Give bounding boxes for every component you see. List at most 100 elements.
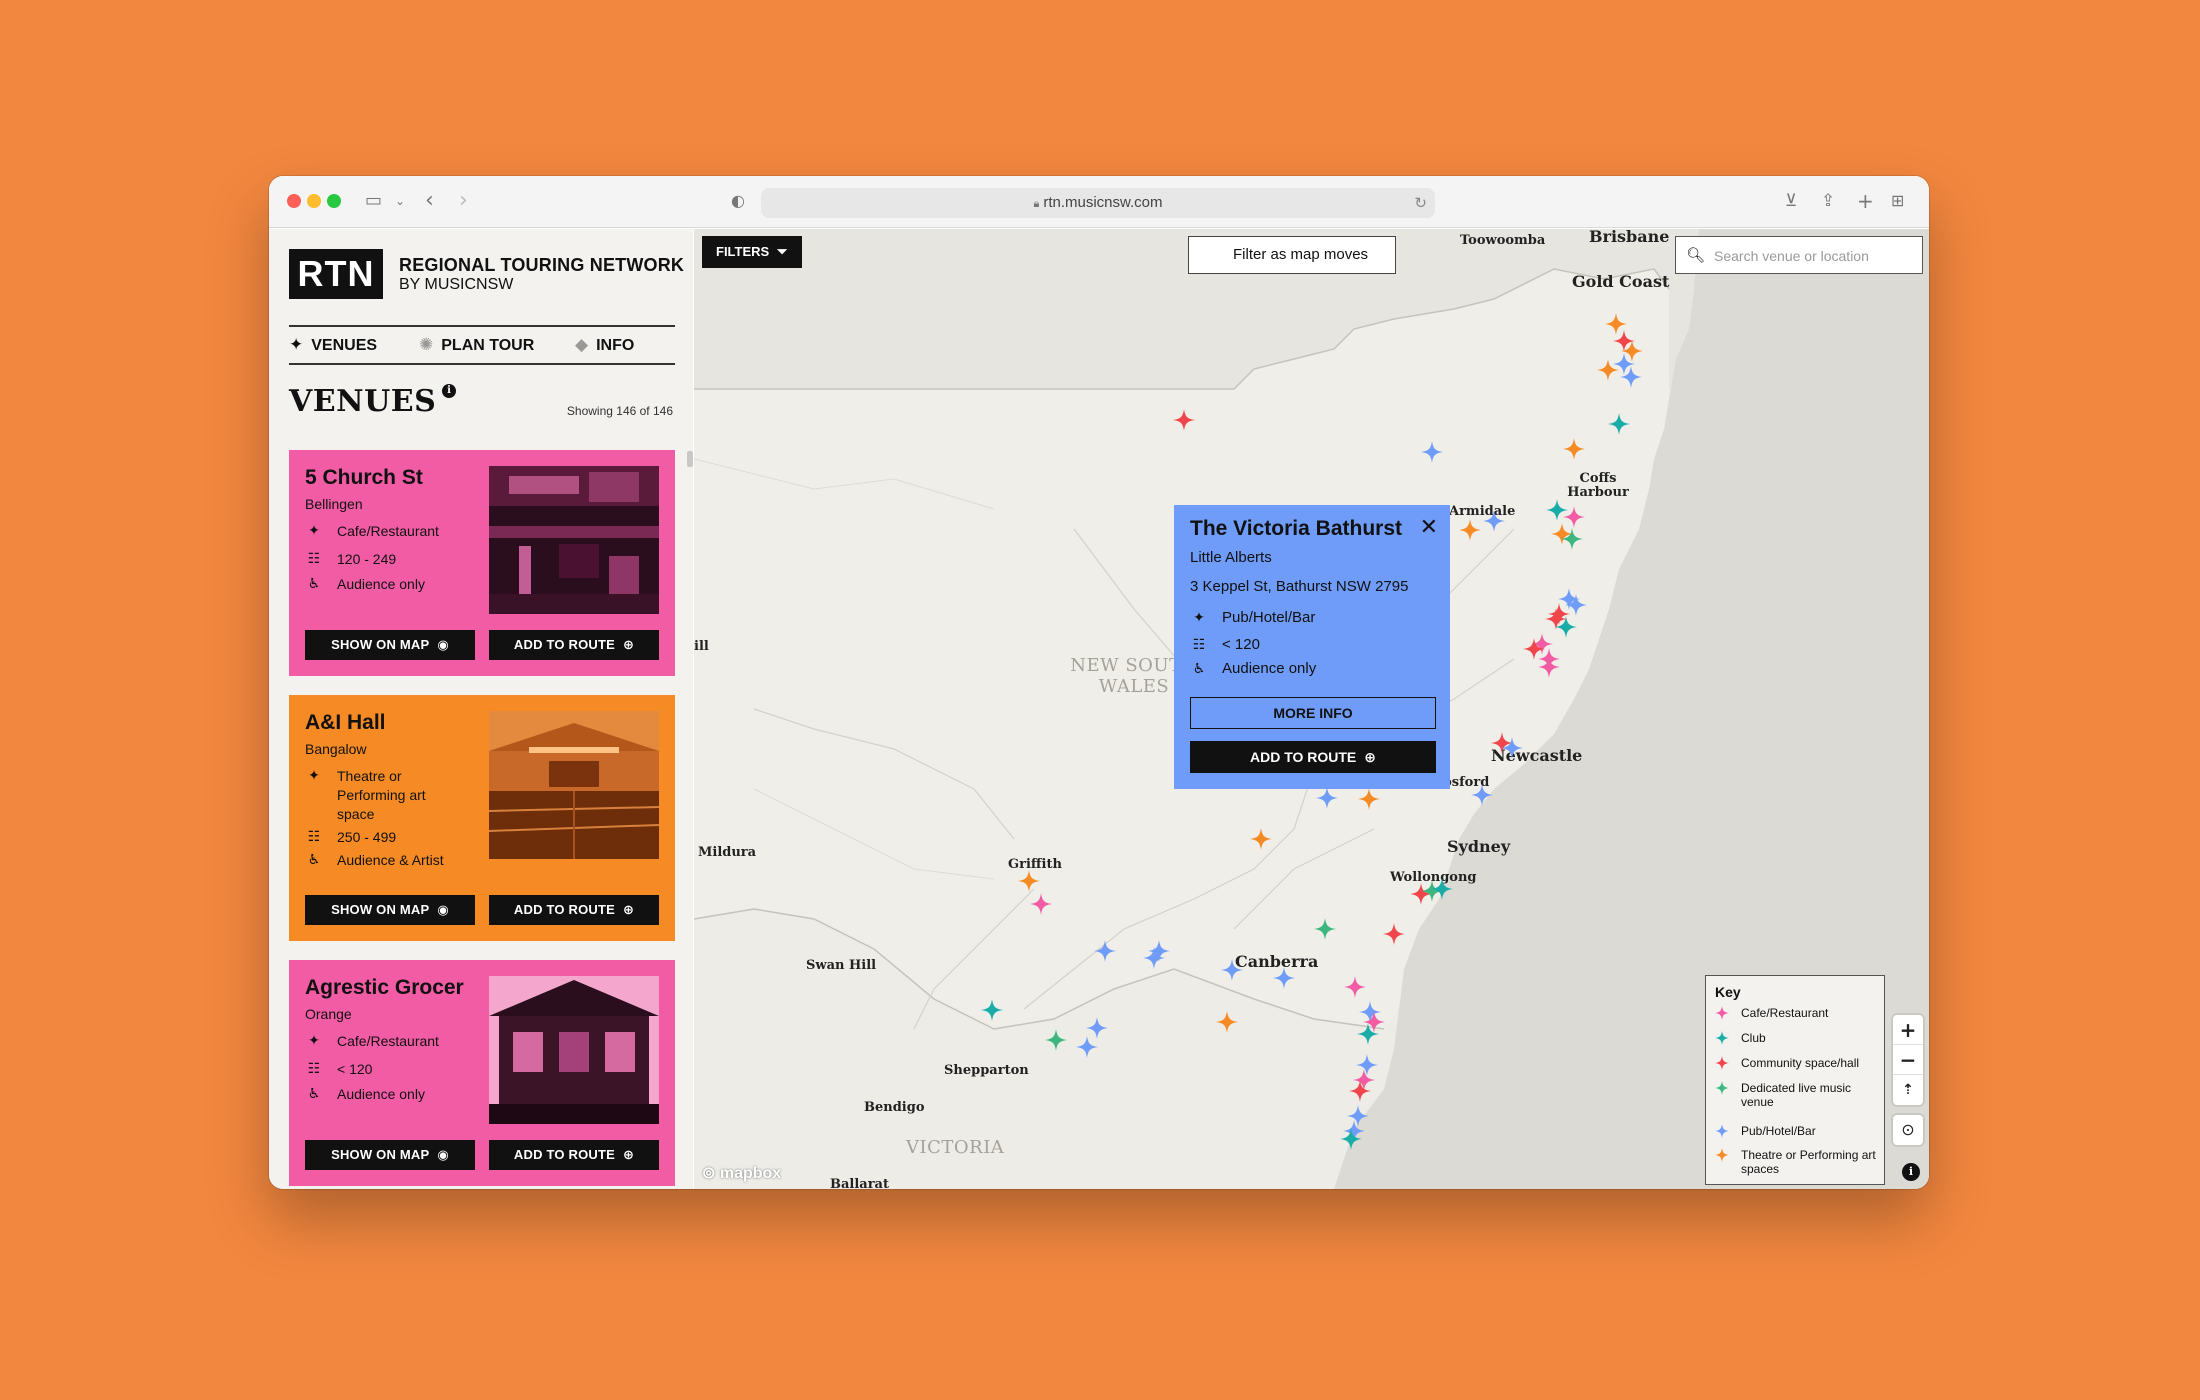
forward-icon[interactable]: › — [459, 189, 468, 213]
attribution-icon[interactable]: i — [1902, 1163, 1920, 1181]
venue-photo[interactable] — [489, 711, 659, 859]
add-to-route-button[interactable]: ADD TO ROUTE ⊕ — [489, 630, 659, 660]
venue-marker[interactable] — [1431, 878, 1453, 900]
venue-map[interactable]: NEW SOUTH WALES VICTORIA Toowoomba Brisb… — [694, 229, 1929, 1189]
compass-button[interactable]: ⇡ — [1893, 1075, 1923, 1105]
venue-marker-star-icon — [981, 999, 1003, 1021]
zoom-out-button[interactable]: − — [1893, 1045, 1923, 1075]
venue-marker[interactable] — [1383, 923, 1405, 945]
filter-checkbox[interactable] — [1203, 249, 1217, 263]
venue-marker-star-icon — [1561, 528, 1583, 550]
venue-marker[interactable] — [1148, 940, 1170, 962]
privacy-shield-icon[interactable]: ◐ — [731, 189, 745, 213]
brand-subtitle: BY MUSICNSW — [399, 276, 514, 293]
add-to-route-button[interactable]: ADD TO ROUTE ⊕ — [489, 895, 659, 925]
nav-venues[interactable]: ✦ VENUES — [289, 333, 377, 358]
venue-marker[interactable] — [1471, 784, 1493, 806]
venue-marker[interactable] — [1273, 967, 1295, 989]
venue-marker[interactable] — [1221, 959, 1243, 981]
popup-add-to-route-button[interactable]: ADD TO ROUTE ⊕ — [1190, 741, 1436, 773]
venue-marker[interactable] — [1216, 1011, 1238, 1033]
minimize-window-button[interactable] — [307, 194, 321, 208]
venue-marker[interactable] — [1250, 828, 1272, 850]
venue-marker[interactable] — [1483, 510, 1505, 532]
geolocate-button[interactable]: ⊙ — [1893, 1115, 1923, 1145]
chevron-down-icon[interactable]: ⌄ — [395, 189, 405, 213]
browser-toolbar: ▭ ⌄ ‹ › ◐ 🔒︎ rtn.musicnsw.com ↻ ⊻ ⇪ + ⊞ — [269, 176, 1929, 228]
add-to-route-button[interactable]: ADD TO ROUTE ⊕ — [489, 1140, 659, 1170]
venue-marker[interactable] — [1349, 1080, 1371, 1102]
search-input[interactable] — [1714, 245, 1914, 267]
venue-marker-star-icon — [1216, 1011, 1238, 1033]
venue-marker[interactable] — [1030, 893, 1052, 915]
zoom-in-button[interactable]: + — [1893, 1015, 1923, 1045]
info-icon[interactable]: i — [442, 384, 457, 398]
venue-marker[interactable] — [1076, 1036, 1098, 1058]
venue-marker[interactable] — [1344, 976, 1366, 998]
filter-as-map-moves-toggle[interactable]: Filter as map moves — [1188, 236, 1396, 274]
venue-marker[interactable] — [1173, 409, 1195, 431]
search-box[interactable]: 🔍︎ — [1675, 236, 1923, 274]
venue-marker[interactable] — [1620, 366, 1642, 388]
venue-marker[interactable] — [1316, 787, 1338, 809]
show-on-map-label: SHOW ON MAP — [331, 637, 430, 652]
venue-marker-star-icon — [1094, 940, 1116, 962]
maximize-window-button[interactable] — [327, 194, 341, 208]
venue-marker[interactable] — [1545, 608, 1567, 630]
venue-card-0[interactable]: 5 Church St Bellingen ✦ Cafe/Restaurant ☷… — [289, 450, 675, 676]
venue-name[interactable]: 5 Church St — [305, 466, 423, 490]
venue-photo[interactable] — [489, 466, 659, 614]
mapbox-label: mapbox — [719, 1165, 782, 1182]
venue-marker[interactable] — [1421, 441, 1443, 463]
nav-plan-tour[interactable]: ✺ PLAN TOUR — [419, 333, 534, 358]
venue-marker[interactable] — [1538, 656, 1560, 678]
filters-button[interactable]: FILTERS ⏷ — [702, 236, 802, 268]
venue-marker[interactable] — [1340, 1128, 1362, 1150]
venue-marker[interactable] — [1608, 413, 1630, 435]
back-icon[interactable]: ‹ — [425, 189, 434, 213]
venue-marker[interactable] — [1565, 594, 1587, 616]
legend-item: Community space/hall — [1715, 1056, 1883, 1070]
show-on-map-button[interactable]: SHOW ON MAP ◉ — [305, 630, 475, 660]
share-icon[interactable]: ⇪ — [1821, 189, 1835, 213]
rtn-logo[interactable]: RTN — [289, 249, 383, 299]
venue-marker[interactable] — [1357, 1023, 1379, 1045]
close-window-button[interactable] — [287, 194, 301, 208]
sidebar-scrollbar[interactable] — [687, 451, 693, 467]
more-info-button[interactable]: MORE INFO — [1190, 697, 1436, 729]
show-on-map-label: SHOW ON MAP — [331, 1147, 430, 1162]
nav-info[interactable]: ◆ INFO — [575, 333, 634, 358]
place-swan-hill: Swan Hill — [806, 958, 877, 973]
venue-marker[interactable] — [1501, 737, 1523, 759]
venue-marker[interactable] — [1314, 918, 1336, 940]
venue-capacity-row: ☷ < 120 — [305, 1060, 475, 1079]
venue-name[interactable]: Agrestic Grocer — [305, 976, 464, 1000]
show-on-map-button[interactable]: SHOW ON MAP ◉ — [305, 1140, 475, 1170]
venue-marker[interactable] — [1018, 870, 1040, 892]
tab-overview-icon[interactable]: ⊞ — [1891, 189, 1904, 213]
new-tab-icon[interactable]: + — [1857, 189, 1874, 213]
eye-icon: ◉ — [437, 638, 449, 653]
reload-icon[interactable]: ↻ — [1414, 188, 1427, 218]
venue-town: Bellingen — [305, 496, 363, 512]
venue-marker[interactable] — [1563, 438, 1585, 460]
venue-marker-star-icon — [1344, 976, 1366, 998]
venue-card-2[interactable]: Agrestic Grocer Orange ✦ Cafe/Restaurant … — [289, 960, 675, 1186]
sidebar-toggle-icon[interactable]: ▭ — [365, 189, 382, 213]
venue-marker[interactable] — [1459, 519, 1481, 541]
venue-name[interactable]: A&I Hall — [305, 711, 386, 735]
address-bar[interactable]: 🔒︎ rtn.musicnsw.com ↻ — [761, 188, 1435, 218]
venue-marker[interactable] — [1045, 1029, 1067, 1051]
venue-photo[interactable] — [489, 976, 659, 1124]
venue-type-row: ✦ Cafe/Restaurant — [305, 522, 475, 541]
venue-card-1[interactable]: A&I Hall Bangalow ✦ Theatre or Performing… — [289, 695, 675, 941]
venue-marker[interactable] — [1358, 788, 1380, 810]
close-icon[interactable]: ✕ — [1420, 515, 1438, 540]
venue-marker[interactable] — [1561, 528, 1583, 550]
show-on-map-button[interactable]: SHOW ON MAP ◉ — [305, 895, 475, 925]
place-sydney: Sydney — [1447, 837, 1511, 856]
venue-marker[interactable] — [981, 999, 1003, 1021]
download-icon[interactable]: ⊻ — [1785, 189, 1797, 213]
venue-marker[interactable] — [1094, 940, 1116, 962]
venue-marker-star-icon — [1431, 878, 1453, 900]
